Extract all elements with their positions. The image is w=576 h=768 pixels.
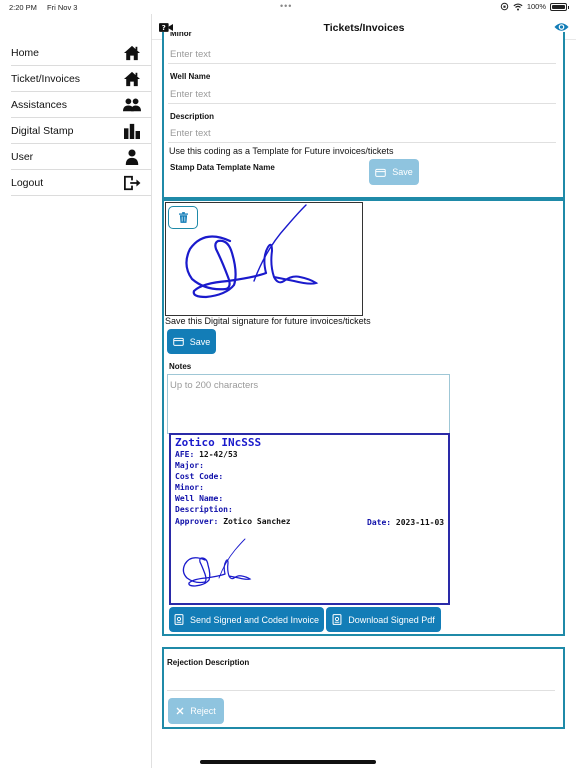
signature-drawing [185, 204, 319, 299]
minor-input[interactable]: Enter text [168, 46, 556, 64]
description-label: Description [170, 112, 215, 121]
stamp-signature-image [182, 538, 252, 587]
notes-textarea[interactable]: Up to 200 characters [167, 374, 450, 434]
stamp-approver-row: Approver: Zotico Sanchez [175, 517, 291, 526]
sidebar-item-digital-stamp[interactable]: Digital Stamp [11, 118, 151, 144]
reject-label: Reject [190, 706, 216, 716]
reject-button[interactable]: Reject [168, 698, 224, 724]
stamp-cost-code-row: Cost Code: [175, 472, 224, 481]
send-signed-invoice-button[interactable]: Send Signed and Coded Invoice [169, 607, 324, 632]
signature-panel: Save this Digital signature for future i… [162, 199, 565, 636]
stamp-afe-row: AFE: 12-42/53 [175, 450, 238, 459]
status-bar: 2:20 PM Fri Nov 3 ••• 100% [0, 0, 576, 14]
sidebar: Home Ticket/Invoices Assistances Digital… [0, 14, 152, 768]
stamp-minor-row: Minor: [175, 483, 204, 492]
multitasking-dots-icon[interactable]: ••• [280, 1, 292, 11]
close-icon [176, 707, 184, 715]
document-icon [332, 614, 342, 625]
sidebar-item-label: Logout [11, 176, 44, 189]
wifi-icon [513, 3, 523, 10]
sidebar-item-label: Ticket/Invoices [11, 72, 81, 85]
sidebar-item-tickets-invoices[interactable]: Ticket/Invoices [11, 66, 151, 92]
minor-label: Minor [170, 32, 192, 38]
sidebar-item-label: Digital Stamp [11, 124, 74, 137]
save-template-button[interactable]: Save [369, 159, 419, 185]
download-signed-pdf-label: Download Signed Pdf [348, 614, 435, 625]
rejection-panel: Rejection Description Reject [162, 647, 565, 729]
battery-icon [550, 2, 569, 11]
sidebar-item-user[interactable]: User [11, 144, 151, 170]
battery-percent: 100% [526, 2, 546, 11]
status-date: Fri Nov 3 [47, 3, 78, 12]
well-name-label: Well Name [170, 72, 211, 81]
save-signature-text: Save this Digital signature for future i… [165, 316, 371, 326]
well-name-input[interactable]: Enter text [168, 86, 556, 104]
logout-icon [124, 175, 141, 191]
send-signed-invoice-label: Send Signed and Coded Invoice [189, 614, 320, 625]
sidebar-item-logout[interactable]: Logout [11, 170, 151, 196]
chart-icon [124, 123, 140, 139]
notes-label: Notes [169, 362, 192, 371]
document-icon [174, 614, 184, 625]
home-indicator[interactable] [200, 760, 376, 764]
status-time: 2:20 PM [9, 3, 37, 12]
description-input[interactable]: Enter text [168, 125, 556, 143]
sidebar-item-assistances[interactable]: Assistances [11, 92, 151, 118]
stamp-well-name-row: Well Name: [175, 494, 224, 503]
sidebar-item-label: Assistances [11, 98, 68, 111]
save-signature-label: Save [189, 336, 211, 347]
sidebar-item-label: Home [11, 46, 40, 59]
template-name-label: Stamp Data Template Name [170, 163, 275, 172]
digital-stamp-preview: Zotico INcSSS AFE: 12-42/53 Major: Cost … [169, 433, 450, 605]
rejection-description-label: Rejection Description [167, 658, 250, 667]
sidebar-item-label: User [11, 150, 34, 163]
template-text: Use this coding as a Template for Future… [169, 146, 394, 156]
sidebar-item-home[interactable]: Home [11, 40, 151, 66]
coding-form-panel: Minor Enter text Well Name Enter text De… [162, 32, 565, 199]
users-icon [123, 98, 141, 112]
save-template-label: Save [392, 167, 413, 177]
home-icon [124, 71, 140, 87]
stamp-date: Date: 2023-11-03 [367, 518, 445, 527]
save-icon [375, 168, 386, 177]
stamp-company: Zotico INcSSS [175, 436, 262, 449]
stamp-description-row: Description: [175, 505, 233, 514]
save-icon [172, 337, 184, 346]
save-signature-button[interactable]: Save [167, 329, 216, 354]
stamp-major-row: Major: [175, 461, 204, 470]
home-icon [124, 45, 140, 61]
orientation-lock-icon [500, 2, 509, 11]
download-signed-pdf-button[interactable]: Download Signed Pdf [326, 607, 441, 632]
user-icon [125, 149, 139, 165]
rejection-description-input[interactable] [167, 670, 555, 691]
signature-pad[interactable] [165, 202, 363, 316]
